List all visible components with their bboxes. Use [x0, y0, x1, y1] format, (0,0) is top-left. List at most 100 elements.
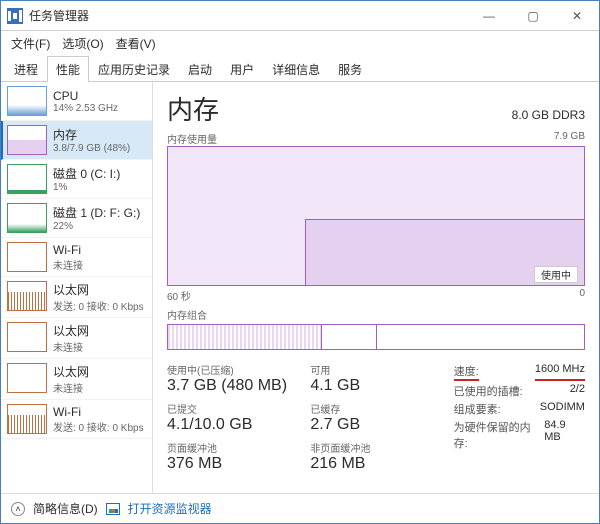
tabbar: 进程 性能 应用历史记录 启动 用户 详细信息 服务 [1, 56, 599, 82]
sidebar-item-stat: 发送: 0 接收: 0 Kbps [53, 298, 144, 313]
stat-row: 已使用的插槽: 2/2 [454, 382, 585, 400]
chart-xmax: 60 秒 [167, 288, 191, 303]
sidebar-info: 磁盘 0 (C: I:)1% [53, 164, 120, 194]
sidebar-item-stat: 发送: 0 接收: 0 Kbps [53, 419, 144, 434]
window-title: 任务管理器 [29, 7, 467, 24]
tab-users[interactable]: 用户 [221, 56, 263, 82]
sidebar-info: 以太网未连接 [53, 322, 89, 354]
memory-usage-chart: 使用中 [167, 146, 585, 286]
content: CPU14% 2.53 GHz内存3.8/7.9 GB (48%)磁盘 0 (C… [1, 82, 599, 493]
sidebar-item-stat: 1% [53, 182, 120, 193]
sidebar: CPU14% 2.53 GHz 内存3.8/7.9 GB (48%) 磁盘 0 (C… [1, 82, 153, 493]
tab-services[interactable]: 服务 [329, 56, 371, 82]
titlebar: 任务管理器 ― ▢ ✕ [1, 1, 599, 31]
monitor-icon [106, 503, 120, 515]
sidebar-info: Wi-Fi发送: 0 接收: 0 Kbps [53, 404, 144, 434]
sidebar-item-name: Wi-Fi [53, 405, 144, 419]
stats-grid: 使用中(已压缩)3.7 GB (480 MB)已提交4.1/10.0 GB页面缓… [167, 362, 585, 479]
sidebar-item-stat: 3.8/7.9 GB (48%) [53, 143, 130, 154]
sidebar-info: CPU14% 2.53 GHz [53, 86, 118, 116]
stat-val: 2/2 [570, 383, 585, 399]
stat-row: 组成要素:SODIMM [454, 400, 585, 418]
sidebar-thumb [7, 203, 47, 233]
sidebar-item-plain-6[interactable]: 以太网未连接 [1, 318, 152, 359]
sidebar-info: 内存3.8/7.9 GB (48%) [53, 125, 130, 155]
compo-modified [321, 325, 377, 349]
stat-value: 376 MB [167, 455, 298, 473]
sidebar-thumb [7, 363, 47, 393]
chart-tag-in-use: 使用中 [534, 266, 578, 283]
stat-label: 已缓存 [310, 401, 441, 416]
sidebar-item-disk-2[interactable]: 磁盘 0 (C: I:)1% [1, 160, 152, 199]
sidebar-item-stat: 22% [53, 221, 140, 232]
main-panel: 内存 8.0 GB DDR3 内存使用量 7.9 GB 使用中 60 秒 0 内… [153, 82, 599, 493]
minimize-button[interactable]: ― [467, 1, 511, 31]
brief-info-toggle[interactable]: 简略信息(D) [33, 500, 98, 517]
tab-processes[interactable]: 进程 [5, 56, 47, 82]
stat-label: 页面缓冲池 [167, 440, 298, 455]
memory-capacity: 8.0 GB DDR3 [512, 108, 585, 122]
chevron-up-icon[interactable]: ˄ [11, 502, 25, 516]
sidebar-item-stat: 14% 2.53 GHz [53, 103, 118, 114]
sidebar-item-net-5[interactable]: 以太网发送: 0 接收: 0 Kbps [1, 277, 152, 318]
sidebar-info: 磁盘 1 (D: F: G:)22% [53, 203, 140, 233]
sidebar-item-disk-3[interactable]: 磁盘 1 (D: F: G:)22% [1, 199, 152, 238]
stats-col-mid: 可用4.1 GB已缓存2.7 GB非页面缓冲池216 MB [310, 362, 441, 479]
sidebar-info: Wi-Fi未连接 [53, 242, 83, 272]
chart-top-labels: 内存使用量 7.9 GB [167, 131, 585, 146]
memory-composition-bar [167, 324, 585, 350]
stat-key: 已使用的插槽: [454, 383, 523, 399]
stat-label: 已提交 [167, 401, 298, 416]
stat-val: 84.9 MB [544, 419, 585, 451]
tab-apphistory[interactable]: 应用历史记录 [89, 56, 179, 82]
main-header: 内存 8.0 GB DDR3 [167, 90, 585, 127]
menu-options[interactable]: 选项(O) [58, 33, 107, 54]
tab-details[interactable]: 详细信息 [263, 56, 329, 82]
sidebar-item-net-8[interactable]: Wi-Fi发送: 0 接收: 0 Kbps [1, 400, 152, 439]
chart-label-usage: 内存使用量 [167, 131, 217, 146]
sidebar-item-name: 磁盘 1 (D: F: G:) [53, 204, 140, 221]
page-title: 内存 [167, 90, 219, 127]
stat-label: 可用 [310, 362, 441, 377]
sidebar-info: 以太网发送: 0 接收: 0 Kbps [53, 281, 144, 313]
tab-startup[interactable]: 启动 [179, 56, 221, 82]
compo-standby-free [377, 325, 584, 349]
sidebar-thumb [7, 86, 47, 116]
sidebar-item-plain-4[interactable]: Wi-Fi未连接 [1, 238, 152, 277]
sidebar-item-name: 以太网 [53, 363, 89, 380]
sidebar-thumb [7, 164, 47, 194]
sidebar-item-mem-1[interactable]: 内存3.8/7.9 GB (48%) [1, 121, 152, 160]
open-resource-monitor-link[interactable]: 打开资源监视器 [128, 500, 212, 517]
sidebar-item-name: CPU [53, 89, 118, 103]
chart-ymax: 7.9 GB [554, 131, 585, 146]
sidebar-item-plain-7[interactable]: 以太网未连接 [1, 359, 152, 400]
sidebar-item-name: Wi-Fi [53, 243, 83, 257]
stat-value: 2.7 GB [310, 416, 441, 434]
sidebar-item-cpu-0[interactable]: CPU14% 2.53 GHz [1, 82, 152, 121]
sidebar-thumb [7, 404, 47, 434]
stat-key: 为硬件保留的内存: [454, 419, 545, 451]
sidebar-thumb [7, 125, 47, 155]
sidebar-item-name: 以太网 [53, 281, 144, 298]
app-icon [7, 8, 23, 24]
menubar: 文件(F) 选项(O) 查看(V) [1, 31, 599, 56]
chart-foot: 60 秒 0 [167, 288, 585, 303]
stat-value: 216 MB [310, 455, 441, 473]
composition-label-row: 内存组合 [167, 307, 585, 322]
sidebar-thumb [7, 242, 47, 272]
stat-label: 使用中(已压缩) [167, 362, 298, 377]
sidebar-info: 以太网未连接 [53, 363, 89, 395]
maximize-button[interactable]: ▢ [511, 1, 555, 31]
sidebar-item-name: 内存 [53, 126, 130, 143]
menu-view[interactable]: 查看(V) [112, 33, 160, 54]
stat-label: 非页面缓冲池 [310, 440, 441, 455]
footer: ˄ 简略信息(D) 打开资源监视器 [1, 493, 599, 523]
close-button[interactable]: ✕ [555, 1, 599, 31]
stat-val: SODIMM [540, 401, 585, 417]
stats-col-right: 速度:1600 MHz已使用的插槽:2/2组成要素:SODIMM为硬件保留的内存… [454, 362, 585, 479]
chart-xmin: 0 [579, 288, 585, 303]
sidebar-item-stat: 未连接 [53, 257, 83, 272]
menu-file[interactable]: 文件(F) [7, 33, 54, 54]
tab-performance[interactable]: 性能 [47, 56, 89, 82]
sidebar-item-name: 以太网 [53, 322, 89, 339]
